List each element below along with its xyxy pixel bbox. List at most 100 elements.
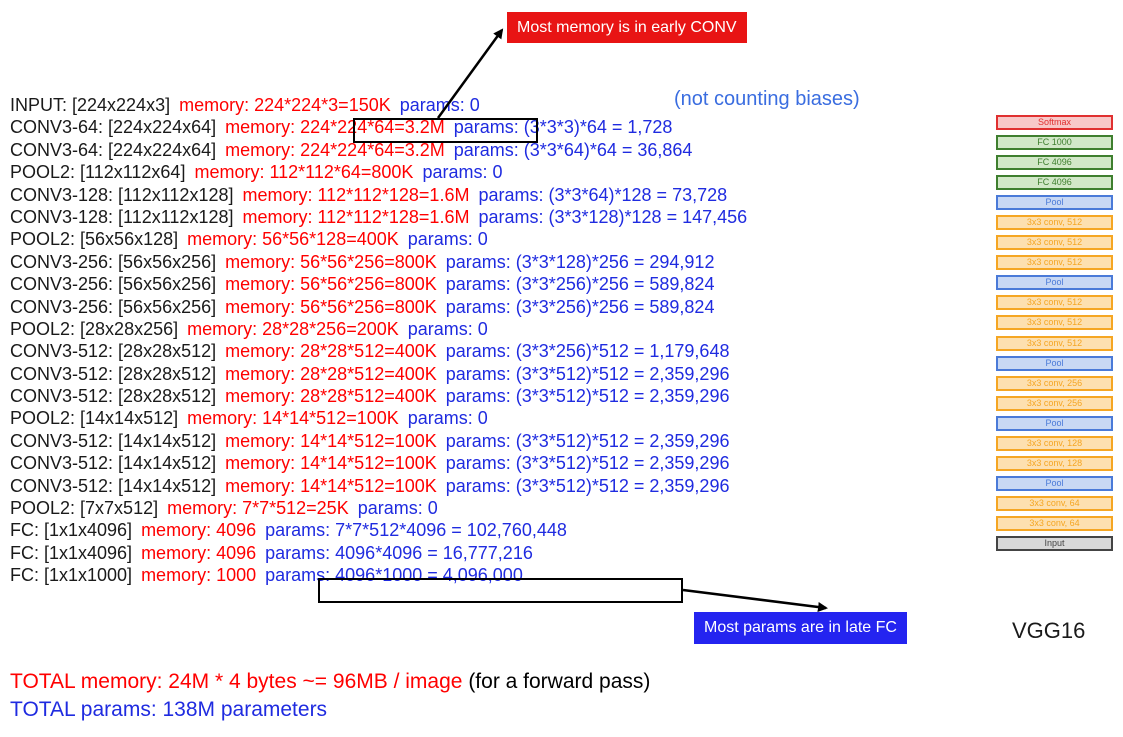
layer-row: FC: [1x1x4096] memory: 4096 params: 4096*4… <box>10 542 747 564</box>
layer-name: CONV3-64: [224x224x64] <box>10 139 217 160</box>
vgg16-title: VGG16 <box>1012 618 1086 643</box>
vgg16-architecture-stack: Softmax FC 1000 FC 4096 FC 4096 Pool 3x3 conv… <box>996 115 1113 556</box>
stack-block-conv: 3x3 conv, 64 <box>996 495 1113 511</box>
memory-value: memory: 224*224*3=150K <box>179 95 391 115</box>
memory-value: memory: 56*56*256=800K <box>225 274 437 295</box>
stack-block-conv: 3x3 conv, 128 <box>996 455 1113 471</box>
layer-name: CONV3-128: [112x112x128] <box>10 184 234 205</box>
layer-row: CONV3-512: [28x28x512] memory: 28*28*512=… <box>10 340 747 362</box>
total-params: TOTAL params: 138M parameters <box>10 698 328 721</box>
layer-name: CONV3-256: [56x56x256] <box>10 296 217 317</box>
memory-value: memory: 28*28*256=200K <box>187 318 399 339</box>
layer-name: CONV3-512: [28x28x512] <box>10 386 217 407</box>
layer-row: FC: [1x1x4096] memory: 4096 params: 7*7*51… <box>10 519 747 541</box>
layer-row: CONV3-256: [56x56x256] memory: 56*56*256=… <box>10 296 747 318</box>
stack-block-pool: Pool <box>996 415 1113 431</box>
layer-row: CONV3-128: [112x112x128] memory: 112*112*… <box>10 184 747 206</box>
layer-row: CONV3-512: [14x14x512] memory: 14*14*512=… <box>10 452 747 474</box>
layer-table: INPUT: [224x224x3] memory: 224*224*3=150K… <box>10 94 747 587</box>
layer-name: CONV3-512: [14x14x512] <box>10 475 217 496</box>
memory-value: memory: 28*28*512=400K <box>225 386 437 407</box>
params-value: params: 0 <box>357 498 438 519</box>
layer-row: POOL2: [14x14x512] memory: 14*14*512=100K… <box>10 407 747 429</box>
params-value: params: 0 <box>399 95 480 115</box>
memory-value: memory: 14*14*512=100K <box>225 475 437 496</box>
stack-block-softmax: Softmax <box>996 115 1113 130</box>
stack-block-pool: Pool <box>996 195 1113 211</box>
total-memory: TOTAL memory: 24M * 4 bytes ~= 96MB / im… <box>10 670 463 693</box>
stack-block-conv: 3x3 conv, 128 <box>996 435 1113 451</box>
memory-value: memory: 1000 <box>141 565 257 586</box>
memory-value: memory: 14*14*512=100K <box>225 453 437 474</box>
params-value: params: (3*3*64)*128 = 73,728 <box>478 184 728 205</box>
params-value: params: 7*7*512*4096 = 102,760,448 <box>265 520 567 541</box>
layer-name: CONV3-512: [28x28x512] <box>10 363 217 384</box>
params-value: params: (3*3*256)*256 = 589,824 <box>445 274 715 295</box>
params-value: params: (3*3*128)*256 = 294,912 <box>445 251 715 272</box>
layer-row: POOL2: [28x28x256] memory: 28*28*256=200K… <box>10 318 747 340</box>
stack-block-conv: 3x3 conv, 512 <box>996 315 1113 331</box>
memory-value: memory: 56*56*256=800K <box>225 251 437 272</box>
memory-value: memory: 14*14*512=100K <box>225 430 437 451</box>
params-value: params: (3*3*512)*512 = 2,359,296 <box>445 386 730 407</box>
stack-block-input: Input <box>996 535 1113 551</box>
stack-block-pool: Pool <box>996 475 1113 491</box>
layer-name: INPUT: [224x224x3] <box>10 95 171 115</box>
layer-name: CONV3-64: [224x224x64] <box>10 117 217 138</box>
highlight-memory-box <box>353 118 538 143</box>
layer-name: POOL2: [56x56x128] <box>10 229 179 250</box>
layer-name: POOL2: [28x28x256] <box>10 318 179 339</box>
stack-block-conv: 3x3 conv, 256 <box>996 395 1113 411</box>
memory-value: memory: 112*112*128=1.6M <box>242 206 470 227</box>
memory-value: memory: 56*56*256=800K <box>225 296 437 317</box>
stack-block-pool: Pool <box>996 275 1113 291</box>
layer-name: CONV3-256: [56x56x256] <box>10 274 217 295</box>
params-value: params: 0 <box>407 229 488 250</box>
arrow-to-params-callout <box>682 588 828 612</box>
memory-value: memory: 4096 <box>141 520 257 541</box>
stack-block-conv: 3x3 conv, 512 <box>996 335 1113 351</box>
layer-row: POOL2: [56x56x128] memory: 56*56*128=400K… <box>10 228 747 250</box>
stack-block-conv: 3x3 conv, 512 <box>996 235 1113 251</box>
params-value: params: 0 <box>422 162 503 183</box>
totals: TOTAL memory: 24M * 4 bytes ~= 96MB / im… <box>10 668 650 724</box>
layer-name: POOL2: [14x14x512] <box>10 408 179 429</box>
stack-block-fc: FC 4096 <box>996 155 1113 171</box>
stack-block-conv: 3x3 conv, 512 <box>996 295 1113 311</box>
layer-name: FC: [1x1x4096] <box>10 520 133 541</box>
layer-name: CONV3-128: [112x112x128] <box>10 206 234 227</box>
layer-row: CONV3-512: [28x28x512] memory: 28*28*512=… <box>10 363 747 385</box>
total-memory-line: TOTAL memory: 24M * 4 bytes ~= 96MB / im… <box>10 668 650 696</box>
memory-value: memory: 4096 <box>141 542 257 563</box>
stack-block-conv: 3x3 conv, 256 <box>996 375 1113 391</box>
params-value: params: 4096*4096 = 16,777,216 <box>265 542 533 563</box>
layer-name: FC: [1x1x1000] <box>10 565 133 586</box>
layer-name: POOL2: [112x112x64] <box>10 162 186 183</box>
layer-name: CONV3-512: [14x14x512] <box>10 430 217 451</box>
stack-block-fc: FC 4096 <box>996 175 1113 191</box>
layer-name: FC: [1x1x4096] <box>10 542 133 563</box>
layer-name: POOL2: [7x7x512] <box>10 498 159 519</box>
stack-block-conv: 3x3 conv, 512 <box>996 255 1113 271</box>
layer-row: CONV3-512: [14x14x512] memory: 14*14*512=… <box>10 430 747 452</box>
params-value: params: (3*3*128)*128 = 147,456 <box>478 206 748 227</box>
highlight-params-box <box>318 578 683 603</box>
stack-block-conv: 3x3 conv, 64 <box>996 515 1113 531</box>
memory-value: memory: 28*28*512=400K <box>225 363 437 384</box>
params-value: params: (3*3*512)*512 = 2,359,296 <box>445 453 730 474</box>
params-value: params: 0 <box>407 408 488 429</box>
layer-row: CONV3-512: [28x28x512] memory: 28*28*512=… <box>10 385 747 407</box>
memory-value: memory: 112*112*64=800K <box>194 162 414 183</box>
params-value: params: (3*3*256)*256 = 589,824 <box>445 296 715 317</box>
layer-row: POOL2: [7x7x512] memory: 7*7*512=25K param… <box>10 497 747 519</box>
params-value: params: (3*3*512)*512 = 2,359,296 <box>445 363 730 384</box>
total-memory-suffix: (for a forward pass) <box>468 670 651 693</box>
layer-name: CONV3-512: [14x14x512] <box>10 453 217 474</box>
params-value: params: (3*3*256)*512 = 1,179,648 <box>445 341 730 362</box>
layer-row: POOL2: [112x112x64] memory: 112*112*64=80… <box>10 161 747 183</box>
layer-row: CONV3-128: [112x112x128] memory: 112*112*… <box>10 206 747 228</box>
memory-value: memory: 28*28*512=400K <box>225 341 437 362</box>
params-value: params: 0 <box>407 318 488 339</box>
layer-name: CONV3-512: [28x28x512] <box>10 341 217 362</box>
params-value: params: (3*3*512)*512 = 2,359,296 <box>445 430 730 451</box>
